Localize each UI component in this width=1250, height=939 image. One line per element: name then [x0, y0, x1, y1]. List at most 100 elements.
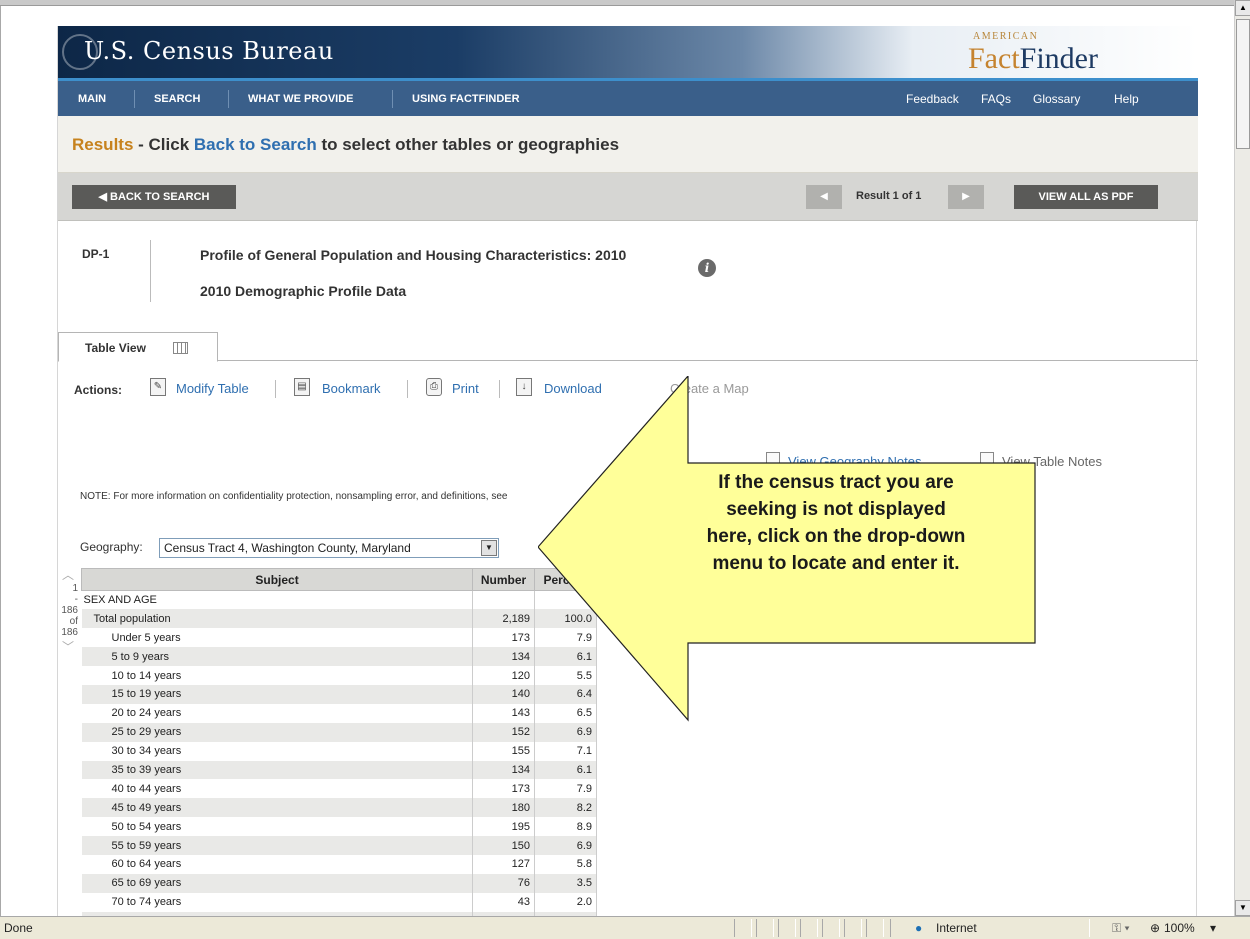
cell-percent: 5.8 — [534, 854, 597, 874]
table-row: 60 to 64 years 127 5.8 — [81, 854, 597, 874]
cell-subject: 70 to 74 years — [81, 892, 474, 912]
status-cell — [844, 919, 862, 937]
nav-faqs[interactable]: FAQs — [981, 92, 1011, 106]
security-icon[interactable]: ⚿ ▾ — [1112, 921, 1130, 936]
column-header-subject[interactable]: Subject — [80, 568, 474, 591]
demographic-table: Subject Number Percent SEX AND AGETotal … — [80, 568, 597, 916]
factfinder-logo[interactable]: FactFinder — [968, 42, 1098, 76]
bookmark-link[interactable]: Bookmark — [322, 381, 381, 396]
geography-dropdown[interactable]: Census Tract 4, Washington County, Maryl… — [159, 538, 499, 558]
nav-help[interactable]: Help — [1114, 92, 1139, 106]
zoom-dropdown-icon[interactable]: ▾ — [1210, 921, 1216, 935]
cell-subject: 20 to 24 years — [81, 703, 474, 723]
scroll-down-icon[interactable]: ▼ — [1235, 900, 1250, 916]
view-tabs: Table View — [58, 332, 1198, 362]
table-row: 20 to 24 years 143 6.5 — [81, 703, 597, 723]
table-row: 40 to 44 years 173 7.9 — [81, 779, 597, 799]
cell-number: 134 — [472, 647, 536, 667]
modify-table-link[interactable]: Modify Table — [176, 381, 249, 396]
bookmark-icon[interactable]: ▤ — [294, 378, 310, 396]
nav-using-factfinder[interactable]: USING FACTFINDER — [412, 93, 520, 105]
main-nav: MAIN SEARCH WHAT WE PROVIDE USING FACTFI… — [58, 81, 1198, 116]
print-icon[interactable]: ⎙ — [426, 378, 442, 396]
cell-number: 180 — [472, 798, 536, 818]
factfinder-logo-finder: Finder — [1019, 42, 1098, 75]
cell-number: 120 — [472, 666, 536, 685]
previous-result-button[interactable]: ◀ — [806, 185, 842, 209]
download-icon[interactable]: ↓ — [516, 378, 532, 396]
nav-glossary[interactable]: Glossary — [1033, 92, 1080, 106]
cell-percent: 3.5 — [534, 873, 597, 893]
cell-number: 43 — [472, 892, 536, 912]
nav-main[interactable]: MAIN — [78, 93, 106, 105]
vertical-scrollbar[interactable]: ▲ ▼ — [1234, 0, 1250, 916]
back-to-search-button[interactable]: ◀ BACK TO SEARCH — [72, 185, 236, 209]
cell-subject: 35 to 39 years — [81, 760, 474, 780]
chevron-down-icon[interactable]: ▼ — [481, 540, 497, 556]
table-header-row: Subject Number Percent — [80, 568, 597, 591]
site-banner: U.S. Census Bureau AMERICAN FactFinder — [58, 26, 1198, 78]
info-icon[interactable]: i — [698, 259, 716, 277]
cell-number: 2,189 — [472, 609, 536, 629]
print-link[interactable]: Print — [452, 381, 479, 396]
callout-text: If the census tract you are seeking is n… — [636, 469, 1036, 577]
cell-percent: 8.2 — [534, 798, 597, 818]
table-row: 55 to 59 years 150 6.9 — [81, 836, 597, 855]
nav-feedback[interactable]: Feedback — [906, 92, 959, 106]
factfinder-logo-fact: Fact — [968, 42, 1020, 75]
pager-last: 186 — [61, 605, 78, 616]
pager-first: 1 — [72, 583, 78, 594]
cell-subject: 50 to 54 years — [81, 817, 474, 837]
cell-number: 152 — [472, 722, 536, 742]
back-to-search-link[interactable]: Back to Search — [194, 135, 317, 154]
scrollbar-thumb[interactable] — [1236, 19, 1250, 149]
nav-search[interactable]: SEARCH — [154, 93, 200, 105]
zoom-icon[interactable]: ⊕ — [1150, 921, 1160, 935]
modify-table-icon[interactable]: ✎ — [150, 378, 166, 396]
result-count: Result 1 of 1 — [856, 190, 922, 202]
cell-number: 150 — [472, 836, 536, 855]
pager-total: 186 — [61, 627, 78, 638]
actions-divider — [499, 380, 500, 398]
view-all-as-pdf-button[interactable]: VIEW ALL AS PDF — [1014, 185, 1158, 209]
pager-up-icon[interactable]: ︿ — [58, 566, 78, 583]
nav-what-we-provide[interactable]: WHAT WE PROVIDE — [248, 93, 354, 105]
callout-line: menu to locate and enter it. — [712, 553, 960, 574]
table-row: SEX AND AGE — [81, 590, 597, 610]
cell-percent: 8.9 — [534, 817, 597, 837]
cell-number: 155 — [472, 741, 536, 761]
table-row: 35 to 39 years 134 6.1 — [81, 760, 597, 780]
census-bureau-logo[interactable]: U.S. Census Bureau — [84, 37, 334, 65]
actions-divider — [275, 380, 276, 398]
row-pager: ︿ 1 - 186 of 186 ﹀ — [58, 566, 78, 696]
zone-label: Internet — [936, 921, 977, 935]
nav-divider — [228, 90, 229, 108]
table-body: SEX AND AGE Total population 2,189 100.0 Und… — [81, 590, 597, 916]
cell-subject: 65 to 69 years — [81, 873, 474, 893]
tab-table-view-label: Table View — [85, 341, 146, 355]
column-header-number[interactable]: Number — [472, 568, 536, 591]
status-cell — [822, 919, 840, 937]
table-row: 25 to 29 years 152 6.9 — [81, 722, 597, 742]
cell-number — [472, 590, 536, 610]
cell-subject: 60 to 64 years — [81, 854, 474, 874]
cell-number: 140 — [472, 684, 536, 704]
browser-statusbar: Done ● Internet ⚿ ▾ ⊕ 100% ▾ — [0, 916, 1250, 939]
cell-subject: 15 to 19 years — [81, 684, 474, 704]
table-row: 50 to 54 years 195 8.9 — [81, 817, 597, 837]
cell-number: 143 — [472, 703, 536, 723]
status-cell — [778, 919, 796, 937]
pager-of: of — [69, 616, 78, 627]
cell-subject: 45 to 49 years — [81, 798, 474, 818]
table-row: 70 to 74 years 43 2.0 — [81, 892, 597, 912]
pager-down-icon[interactable]: ﹀ — [58, 638, 78, 655]
geography-label: Geography: — [80, 540, 143, 554]
scroll-up-icon[interactable]: ▲ — [1235, 0, 1250, 16]
status-cell — [800, 919, 818, 937]
next-result-button[interactable]: ▶ — [948, 185, 984, 209]
cell-number: 195 — [472, 817, 536, 837]
zoom-level[interactable]: 100% — [1164, 921, 1195, 935]
tab-table-view[interactable]: Table View — [58, 332, 218, 362]
cell-subject: 40 to 44 years — [81, 779, 474, 799]
cell-percent: 6.1 — [534, 760, 597, 780]
